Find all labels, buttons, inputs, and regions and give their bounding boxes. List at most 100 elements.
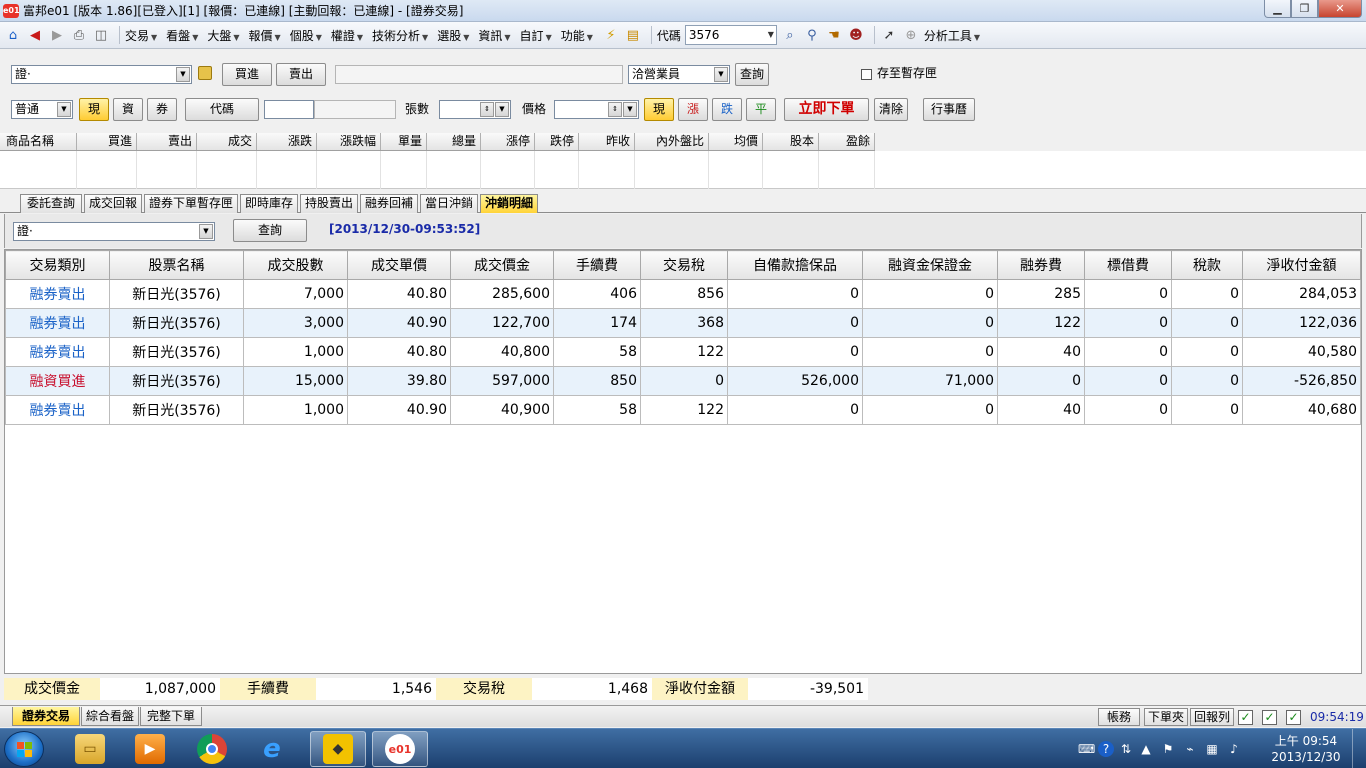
buy-button[interactable]: 買進 xyxy=(222,63,272,86)
table-row[interactable]: 融券賣出 新日光(3576) 1,000 40.80 40,800 58 122 0 0 40 0 0… xyxy=(5,337,1361,367)
show-desktop-button[interactable] xyxy=(1352,729,1366,768)
price-cash-button[interactable]: 現 xyxy=(644,98,674,121)
tab-offset-detail[interactable]: 沖銷明細 xyxy=(480,194,538,213)
show-hidden-icons-icon[interactable]: ▲ xyxy=(1138,741,1154,757)
close-button[interactable]: ✕ xyxy=(1318,0,1362,18)
taskbar-e01[interactable]: e01 xyxy=(372,731,428,767)
table-row[interactable]: 融券賣出 新日光(3576) 1,000 40.90 40,900 58 122 0 0 40 0 0… xyxy=(5,395,1361,425)
spinner-icon[interactable]: ⇕ xyxy=(480,102,494,117)
tab-short-cover[interactable]: 融券回補 xyxy=(360,194,418,213)
spinner-icon[interactable]: ⇕ xyxy=(608,102,622,117)
lightning-icon[interactable]: ⚡ xyxy=(602,26,620,44)
menu-stock[interactable]: 個股 ▼ xyxy=(290,27,322,44)
detail-account-select[interactable]: 證· ▼ xyxy=(13,222,215,241)
column-header[interactable]: 淨收付金額 xyxy=(1242,250,1361,280)
column-header[interactable]: 成交價金 xyxy=(450,250,554,280)
lots-stepper[interactable]: ⇕ ▼ xyxy=(439,100,511,119)
user-icon[interactable]: ☻ xyxy=(847,26,865,44)
menu-custom[interactable]: 自訂 ▼ xyxy=(520,27,552,44)
zoom-icon[interactable]: ⊕ xyxy=(902,26,920,44)
taskbar-media-player[interactable]: ▶ xyxy=(122,731,178,767)
price-down-button[interactable]: 跌 xyxy=(712,98,742,121)
chevron-down-icon[interactable]: ▼ xyxy=(768,26,774,44)
status-check-icon[interactable]: ✓ xyxy=(1286,710,1301,725)
chevron-down-icon[interactable]: ▼ xyxy=(57,102,71,117)
tab-inventory[interactable]: 即時庫存 xyxy=(240,194,298,213)
query-button[interactable]: 查詢 xyxy=(735,63,769,86)
menu-info[interactable]: 資訊 ▼ xyxy=(478,27,510,44)
menu-watch[interactable]: 看盤 ▼ xyxy=(166,27,198,44)
column-header[interactable]: 手續費 xyxy=(553,250,641,280)
chevron-down-icon[interactable]: ▼ xyxy=(199,224,213,239)
network-icon[interactable]: ▦ xyxy=(1204,741,1220,757)
submit-order-button[interactable]: 立即下單 xyxy=(784,98,869,121)
menu-technical[interactable]: 技術分析 ▼ xyxy=(372,27,428,44)
bottom-tab-overview[interactable]: 綜合看盤 xyxy=(81,707,139,726)
column-header[interactable]: 成交單價 xyxy=(347,250,451,280)
bottom-tab-full-order[interactable]: 完整下單 xyxy=(140,707,202,726)
help-icon[interactable]: ? xyxy=(1098,741,1114,757)
agent-select[interactable]: 洽營業員 ▼ xyxy=(628,65,730,84)
table-row[interactable]: 融資買進 新日光(3576) 15,000 39.80 597,000 850 0 526,0… xyxy=(5,366,1361,396)
code-button[interactable]: 代碼 xyxy=(185,98,259,121)
tab-day-trade[interactable]: 當日沖銷 xyxy=(420,194,478,213)
pointer-icon[interactable]: ➚ xyxy=(880,26,898,44)
price-stepper[interactable]: ⇕ ▼ xyxy=(554,100,639,119)
print-icon[interactable]: ⎙ xyxy=(70,26,88,44)
column-header[interactable]: 股票名稱 xyxy=(109,250,244,280)
taskbar-q-app[interactable]: ◆ xyxy=(310,731,366,767)
ime-icon[interactable]: ⇅ xyxy=(1118,741,1134,757)
bottom-tab-securities[interactable]: 證券交易 xyxy=(12,707,80,726)
tab-fill-report[interactable]: 成交回報 xyxy=(84,194,142,213)
menu-market[interactable]: 大盤 ▼ xyxy=(207,27,239,44)
clear-button[interactable]: 清除 xyxy=(874,98,908,121)
status-check-icon[interactable]: ✓ xyxy=(1262,710,1277,725)
order-type-select[interactable]: 普通 ▼ xyxy=(11,100,73,119)
margin-button[interactable]: 資 xyxy=(113,98,143,121)
taskbar-chrome[interactable] xyxy=(184,731,240,767)
menu-warrant[interactable]: 權證 ▼ xyxy=(331,27,363,44)
tab-temp-orders[interactable]: 證券下單暫存匣 xyxy=(144,194,238,213)
binoculars-icon[interactable]: ⌕ xyxy=(781,26,799,44)
column-header[interactable]: 交易稅 xyxy=(640,250,728,280)
tab-sell-holdings[interactable]: 持股賣出 xyxy=(300,194,358,213)
account-select[interactable]: 證· ▼ xyxy=(11,65,192,84)
status-check-icon[interactable]: ✓ xyxy=(1238,710,1253,725)
code-input[interactable]: 3576 ▼ xyxy=(684,25,777,45)
save-temp-checkbox[interactable] xyxy=(861,69,872,80)
menu-trade[interactable]: 交易 ▼ xyxy=(125,27,157,44)
column-header[interactable]: 成交股數 xyxy=(243,250,348,280)
maximize-button[interactable]: ❐ xyxy=(1291,0,1318,18)
notepad-icon[interactable]: ▤ xyxy=(624,26,642,44)
chevron-down-icon[interactable]: ▼ xyxy=(495,102,509,117)
table-row[interactable]: 融券賣出 新日光(3576) 3,000 40.90 122,700 174 368 0 0 12… xyxy=(5,308,1361,338)
column-header[interactable]: 自備款擔保品 xyxy=(727,250,863,280)
menu-analysis-tools[interactable]: 分析工具 ▼ xyxy=(924,27,980,44)
menu-function[interactable]: 功能 ▼ xyxy=(561,27,593,44)
volume-icon[interactable]: ♪ xyxy=(1226,741,1242,757)
taskbar-explorer[interactable]: ▭ xyxy=(62,731,118,767)
menu-quote[interactable]: 報價 ▼ xyxy=(249,27,281,44)
sell-button[interactable]: 賣出 xyxy=(276,63,326,86)
column-header[interactable]: 融券費 xyxy=(997,250,1085,280)
price-flat-button[interactable]: 平 xyxy=(746,98,776,121)
detail-query-button[interactable]: 查詢 xyxy=(233,219,307,242)
column-header[interactable]: 標借費 xyxy=(1084,250,1172,280)
window-icon[interactable]: ◫ xyxy=(92,26,110,44)
column-header[interactable]: 融資金保證金 xyxy=(862,250,998,280)
start-button[interactable] xyxy=(4,731,44,767)
price-up-button[interactable]: 漲 xyxy=(678,98,708,121)
report-bar-button[interactable]: 回報列 xyxy=(1190,708,1234,726)
hand-icon[interactable]: ☚ xyxy=(825,26,843,44)
forward-icon[interactable]: ▶ xyxy=(48,26,66,44)
code-field[interactable] xyxy=(264,100,314,119)
short-button[interactable]: 券 xyxy=(147,98,177,121)
account-button[interactable]: 帳務 xyxy=(1098,708,1140,726)
chevron-down-icon[interactable]: ▼ xyxy=(714,67,728,82)
home-icon[interactable]: ⌂ xyxy=(4,26,22,44)
flag-alert-icon[interactable]: ⚑ xyxy=(1160,741,1176,757)
tab-order-query[interactable]: 委託查詢 xyxy=(20,194,82,213)
calendar-button[interactable]: 行事曆 xyxy=(923,98,975,121)
chevron-down-icon[interactable]: ▼ xyxy=(623,102,637,117)
menu-screener[interactable]: 選股 ▼ xyxy=(437,27,469,44)
